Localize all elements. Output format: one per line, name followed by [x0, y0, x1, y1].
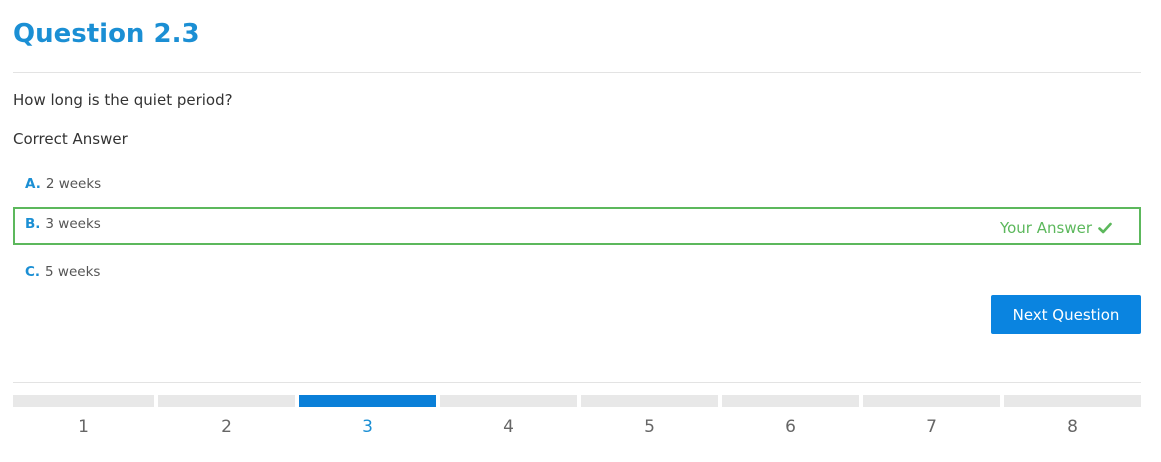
page-item-3[interactable]: 3: [299, 395, 436, 445]
page-item-4[interactable]: 4: [440, 395, 577, 445]
option-text: 5 weeks: [45, 264, 101, 280]
page-item-6[interactable]: 6: [722, 395, 859, 445]
answer-status-label: Correct Answer: [13, 130, 128, 148]
your-answer-label: Your Answer: [999, 219, 1092, 237]
page-item-2[interactable]: 2: [158, 395, 295, 445]
page-item-7[interactable]: 7: [863, 395, 1000, 445]
footer-divider: [13, 382, 1141, 383]
question-title: Question 2.3: [13, 19, 200, 49]
page-progress-bar: [722, 395, 859, 407]
page-number: 4: [503, 417, 514, 437]
page-item-1[interactable]: 1: [13, 395, 154, 445]
check-icon: [1098, 222, 1112, 234]
page-number: 6: [785, 417, 796, 437]
option-letter: B.: [25, 216, 41, 232]
header-divider: [13, 72, 1141, 73]
question-text: How long is the quiet period?: [13, 91, 233, 109]
page-progress-bar: [581, 395, 718, 407]
option-letter: A.: [25, 176, 41, 192]
answer-option-c[interactable]: C. 5 weeks: [13, 253, 1141, 291]
page-progress-bar: [13, 395, 154, 407]
next-question-button[interactable]: Next Question: [991, 295, 1141, 334]
answer-option-b[interactable]: B. 3 weeks Your Answer: [13, 207, 1141, 245]
answer-option-a[interactable]: A. 2 weeks: [13, 165, 1141, 203]
page-item-8[interactable]: 8: [1004, 395, 1141, 445]
page-progress-bar: [440, 395, 577, 407]
option-text: 3 weeks: [45, 216, 101, 232]
page-progress-bar: [299, 395, 436, 407]
page-number: 8: [1067, 417, 1078, 437]
page-number: 7: [926, 417, 937, 437]
page-item-5[interactable]: 5: [581, 395, 718, 445]
page-number: 3: [362, 417, 373, 437]
page-progress-bar: [1004, 395, 1141, 407]
option-letter: C.: [25, 264, 41, 280]
page-number: 1: [78, 417, 89, 437]
page-progress-bar: [158, 395, 295, 407]
question-pagination: 1 2 3 4 5 6 7 8: [13, 395, 1141, 445]
option-text: 2 weeks: [45, 176, 102, 192]
page-number: 5: [644, 417, 655, 437]
your-answer-badge: Your Answer: [1000, 219, 1112, 237]
page-number: 2: [221, 417, 232, 437]
page-progress-bar: [863, 395, 1000, 407]
